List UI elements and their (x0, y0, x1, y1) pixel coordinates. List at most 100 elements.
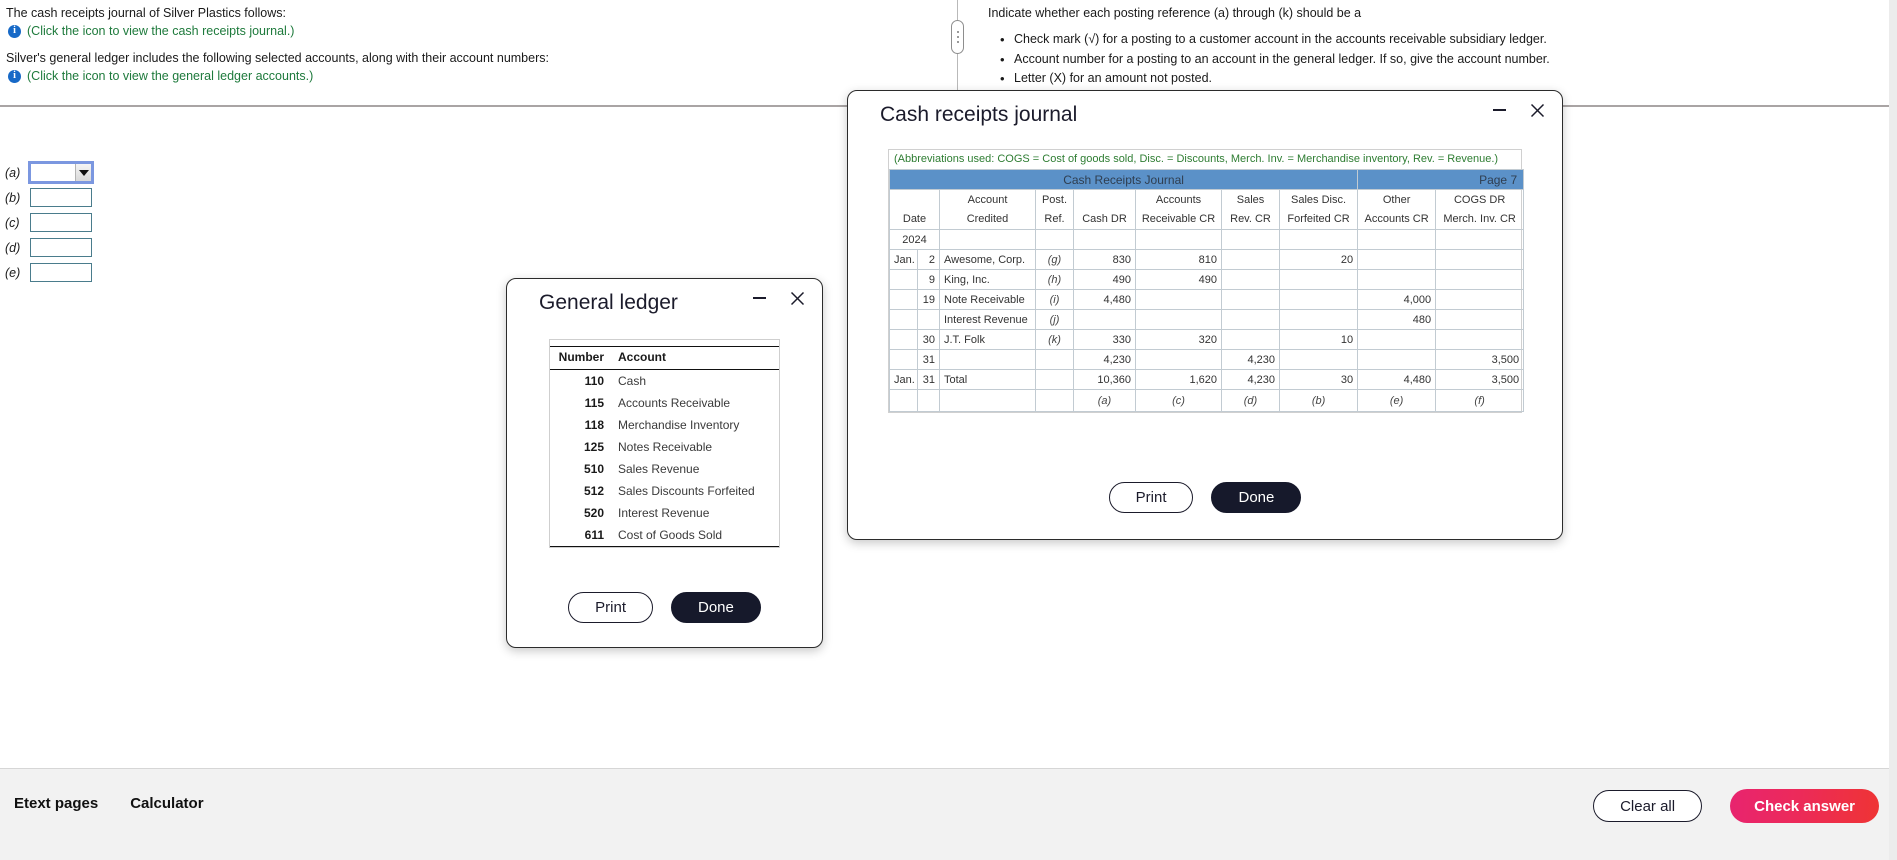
answer-input-d[interactable] (30, 238, 92, 257)
cell-sales-cr: 4,230 (1221, 349, 1280, 370)
general-ledger-hint-label[interactable]: (Click the icon to view the general ledg… (27, 69, 313, 83)
page-scrollbar[interactable] (1889, 0, 1897, 860)
cell-disc-cr: 30 (1278, 369, 1359, 390)
cell-cogs-dr: 3,500 (1435, 349, 1525, 370)
cell-disc-cr (1278, 269, 1359, 290)
cash-receipts-table-container: (Abbreviations used: COGS = Cost of good… (888, 149, 1525, 413)
info-icon[interactable]: i (8, 24, 21, 38)
cell-blank (1073, 229, 1136, 250)
table-row: 118 Merchandise Inventory (550, 414, 779, 436)
cell-ar-cr: 490 (1135, 269, 1222, 290)
cell-sales-cr (1221, 249, 1280, 270)
answer-input-a[interactable] (28, 161, 94, 184)
header-date: Date (889, 209, 940, 230)
header-other-top: Other (1357, 189, 1437, 210)
cell-account: Note Receivable (939, 289, 1036, 310)
table-row: 611 Cost of Goods Sold (550, 524, 779, 547)
print-button[interactable]: Print (568, 592, 653, 623)
table-row: 115 Accounts Receivable (550, 392, 779, 414)
close-icon[interactable] (786, 287, 808, 309)
minimize-icon[interactable] (748, 287, 770, 309)
check-answer-button[interactable]: Check answer (1730, 789, 1879, 823)
cell-day: 19 (917, 289, 940, 310)
header-post-top: Post. (1035, 189, 1074, 210)
header-sales-rev-cr: Rev. CR (1221, 209, 1280, 230)
close-icon[interactable] (1526, 99, 1548, 121)
print-button[interactable]: Print (1108, 482, 1194, 513)
answer-row-a: (a) (0, 160, 500, 185)
cell-blank (939, 229, 1036, 250)
cell-other-cr (1357, 269, 1437, 290)
cell-ref: (g) (1035, 249, 1074, 270)
gl-number: 512 (583, 484, 604, 498)
cell-month (889, 349, 918, 370)
gl-account: Cash (618, 374, 647, 388)
general-ledger-dialog: General ledger Number Account 110 Cash 1… (506, 278, 823, 648)
cell-month: Jan. (889, 369, 918, 390)
header-ref: Ref. (1035, 209, 1074, 230)
cell-sales-cr (1221, 309, 1280, 330)
header-accounts-top: Accounts (1135, 189, 1222, 210)
cell-ref: (i) (1035, 289, 1074, 310)
cell-other-cr: 4,480 (1357, 369, 1437, 390)
posting-letter-sales: (d) (1221, 389, 1280, 412)
bottom-toolbar-right: Clear all Check answer (1593, 789, 1879, 823)
gl-account: Accounts Receivable (618, 396, 731, 410)
gl-number: 125 (583, 440, 604, 454)
cell-account: King, Inc. (939, 269, 1036, 290)
table-row: Jan. 2 Awesome, Corp. (g) 830 810 20 (889, 249, 1525, 270)
general-ledger-table: Number Account 110 Cash 115 Accounts Rec… (550, 346, 779, 547)
cell-ar-cr (1135, 349, 1222, 370)
cell-cogs-dr: 3,500 (1435, 369, 1525, 390)
cell-other-cr (1357, 329, 1437, 350)
header-credited: Credited (939, 209, 1036, 230)
cell-day: 30 (917, 329, 940, 350)
table-row: 510 Sales Revenue (550, 458, 779, 480)
header-account-top: Account (939, 189, 1036, 210)
cell-account: Total (939, 369, 1036, 390)
cell-ar-cr (1135, 309, 1222, 330)
answer-input-c[interactable] (30, 213, 92, 232)
cell-month: Jan. (889, 249, 918, 270)
general-ledger-table-container: Number Account 110 Cash 115 Accounts Rec… (549, 339, 780, 548)
gl-number: 510 (583, 462, 604, 476)
cell-month (889, 309, 918, 330)
cell-disc-cr (1278, 309, 1359, 330)
general-ledger-footer: Print Done (507, 592, 822, 623)
calculator-link[interactable]: Calculator (130, 795, 203, 812)
header-merch-inv-cr: Merch. Inv. CR (1435, 209, 1525, 230)
cell-ref: (j) (1035, 309, 1074, 330)
answer-input-e[interactable] (30, 263, 92, 282)
answer-label-b: (b) (5, 190, 21, 205)
cash-receipts-journal-hint-label[interactable]: (Click the icon to view the cash receipt… (27, 24, 294, 38)
cash-receipts-title: Cash receipts journal (880, 103, 1078, 126)
clear-all-button[interactable]: Clear all (1593, 790, 1703, 822)
cell-day: 31 (917, 349, 940, 370)
done-button[interactable]: Done (1211, 482, 1302, 513)
chevron-down-icon[interactable] (75, 164, 91, 181)
answer-input-b[interactable] (30, 188, 92, 207)
general-ledger-window-controls (748, 287, 808, 309)
cash-receipts-journal-hint[interactable]: i (Click the icon to view the cash recei… (8, 24, 945, 38)
cell-disc-cr (1278, 349, 1359, 370)
info-icon[interactable]: i (8, 69, 21, 83)
cell-blank (1035, 389, 1074, 412)
vertical-splitter-grip[interactable] (951, 20, 964, 54)
gl-number: 110 (584, 374, 604, 388)
gl-account: Sales Discounts Forfeited (618, 484, 755, 498)
instruction-bullets: Check mark (√) for a posting to a custom… (988, 30, 1883, 89)
answer-row-e: (e) (0, 260, 500, 285)
cell-ref (1035, 369, 1074, 390)
cell-cogs-dr (1435, 329, 1525, 350)
cell-blank (1221, 229, 1280, 250)
general-ledger-hint[interactable]: i (Click the icon to view the general le… (8, 69, 945, 83)
answer-label-e: (e) (5, 265, 21, 280)
journal-banner-row: Cash Receipts Journal Page 7 (888, 169, 1525, 190)
minimize-icon[interactable] (1488, 99, 1510, 121)
etext-pages-link[interactable]: Etext pages (14, 795, 98, 812)
gl-account: Sales Revenue (618, 462, 700, 476)
done-button[interactable]: Done (670, 592, 761, 623)
cell-disc-cr: 20 (1278, 249, 1359, 270)
gl-number: 611 (550, 524, 612, 547)
